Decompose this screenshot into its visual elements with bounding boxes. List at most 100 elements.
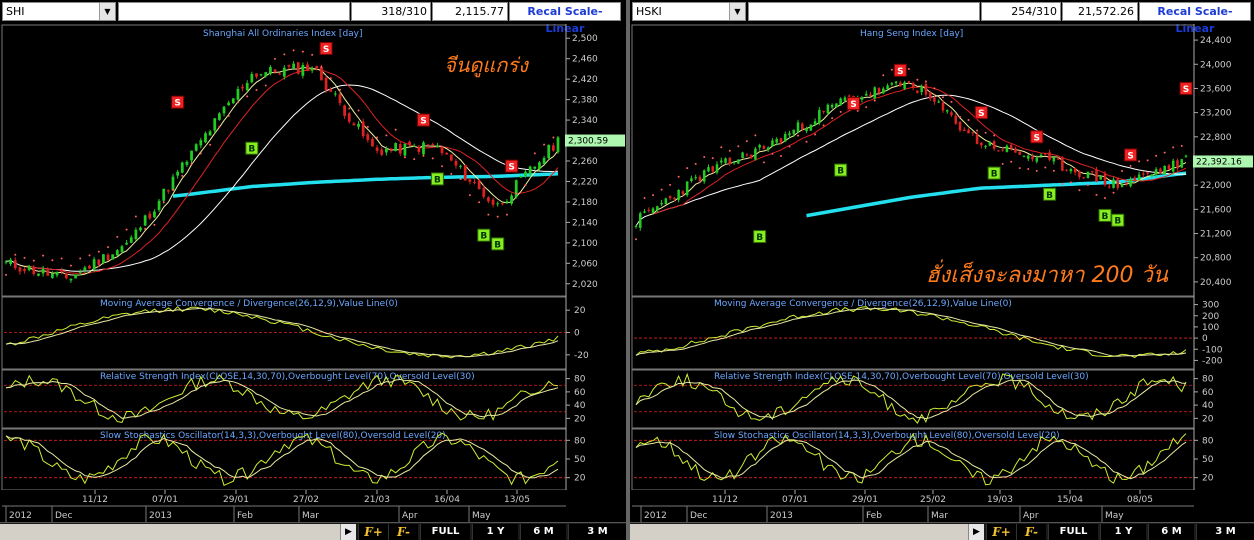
hski-chart-canvas[interactable]: Hang Seng Index [day] ฮั่งเส็งจะลงมาหา 20… (630, 24, 1254, 522)
candle-body (538, 162, 541, 170)
sar-dot (788, 145, 791, 148)
candle-body (1137, 174, 1141, 181)
month-label: May (472, 511, 491, 521)
shi-symbol-label: SHI (6, 5, 25, 18)
rsi-tick-label: 40 (574, 401, 586, 411)
sar-dot (950, 100, 953, 103)
hski-scrollbar[interactable]: ▶ (630, 524, 984, 540)
zoom-out-button[interactable]: F- (1016, 524, 1046, 540)
range-6m-button[interactable]: 6 M (1148, 524, 1194, 540)
candle-body (60, 269, 64, 272)
sar-dot (728, 149, 731, 152)
stoch-tick-label: 50 (1202, 455, 1214, 465)
sell-signal-label: S (1183, 85, 1189, 95)
candle-body (638, 213, 642, 228)
candle-body (333, 93, 337, 95)
chevron-down-icon[interactable]: ▼ (729, 3, 745, 20)
candle-body (1005, 145, 1009, 152)
range-full-button[interactable]: FULL (1048, 524, 1098, 540)
candle-body (677, 190, 680, 200)
candle-body (306, 64, 309, 71)
range-3m-button[interactable]: 3 M (1196, 524, 1254, 540)
sell-signal-label: S (978, 109, 984, 119)
sar-dot (1078, 189, 1081, 192)
candle-body (55, 271, 59, 276)
candle-body (1099, 175, 1102, 180)
shi-symbol-select[interactable]: SHI ▼ (2, 2, 116, 21)
sar-dot (236, 101, 239, 104)
sar-dot (1052, 169, 1055, 172)
candle-body (88, 265, 91, 269)
y-tick-label: 2,500 (572, 34, 598, 44)
candle-body (69, 278, 73, 281)
zoom-in-button[interactable]: F+ (358, 524, 388, 540)
date-tick-label: 15/04 (1057, 495, 1083, 505)
candle-body (436, 145, 439, 148)
candle-body (950, 112, 953, 116)
shi-recal-scale-button[interactable]: Recal Scale-Linear (509, 2, 621, 35)
chevron-down-icon[interactable]: ▼ (99, 3, 115, 20)
sar-dot (385, 134, 388, 137)
scroll-right-icon[interactable]: ▶ (968, 524, 984, 540)
range-1y-button[interactable]: 1 Y (1100, 524, 1146, 540)
buy-signal-label: B (434, 175, 441, 185)
candle-body (185, 161, 189, 165)
candle-body (371, 138, 374, 147)
candle-body (1001, 149, 1004, 151)
sar-dot (1035, 169, 1038, 172)
sar-dot (1172, 146, 1175, 149)
candle-body (106, 254, 110, 261)
sar-dot (162, 201, 165, 204)
candle-body (1082, 177, 1085, 179)
sar-dot (190, 162, 193, 165)
candle-body (282, 67, 286, 77)
candle-body (74, 274, 77, 279)
candle-body (463, 165, 467, 181)
sar-dot (1146, 159, 1149, 162)
sar-dot (1112, 191, 1115, 194)
sar-dot (711, 157, 714, 160)
candle-body (143, 215, 147, 226)
candle-body (422, 142, 425, 155)
candle-body (822, 110, 825, 113)
candle-body (668, 196, 672, 199)
hski-recal-scale-button[interactable]: Recal Scale-Linear (1139, 2, 1251, 35)
range-full-button[interactable]: FULL (420, 524, 470, 540)
candle-body (227, 102, 231, 106)
macd-tick-label: 20 (574, 306, 586, 316)
candle-body (125, 242, 128, 245)
candle-body (1009, 144, 1013, 149)
candle-body (449, 154, 453, 161)
candle-body (1167, 165, 1171, 170)
zoom-in-button[interactable]: F+ (986, 524, 1016, 540)
sar-dot (839, 110, 842, 113)
candle-body (732, 161, 736, 164)
sell-signal-label: S (323, 45, 329, 55)
sell-signal-label: S (174, 99, 180, 109)
candle-body (813, 121, 817, 125)
range-6m-button[interactable]: 6 M (520, 524, 566, 540)
stoch-tick-label: 50 (574, 455, 586, 465)
sar-dot (762, 161, 765, 164)
buy-signal-label: B (494, 240, 501, 250)
shi-scrollbar[interactable]: ▶ (0, 524, 356, 540)
candle-body (954, 115, 958, 124)
candle-body (864, 93, 868, 96)
buy-signal-label: B (1102, 212, 1109, 222)
candle-body (9, 259, 13, 265)
stoch-line (635, 432, 1187, 486)
shi-chart-canvas[interactable]: Shanghai All Ordinaries Index [day] จีนดู… (0, 24, 626, 522)
range-3m-button[interactable]: 3 M (568, 524, 626, 540)
hski-symbol-select[interactable]: HSKI ▼ (632, 2, 746, 21)
sar-dot (1086, 184, 1089, 187)
y-tick-label: 20,800 (1200, 254, 1232, 264)
sar-dot (1001, 162, 1004, 165)
candle-body (1184, 155, 1188, 157)
candle-body (1103, 173, 1107, 185)
candle-body (180, 162, 184, 173)
hski-symbol-label: HSKI (636, 5, 662, 18)
scroll-right-icon[interactable]: ▶ (340, 524, 356, 540)
zoom-out-button[interactable]: F- (388, 524, 418, 540)
candle-body (166, 190, 170, 192)
range-1y-button[interactable]: 1 Y (472, 524, 518, 540)
